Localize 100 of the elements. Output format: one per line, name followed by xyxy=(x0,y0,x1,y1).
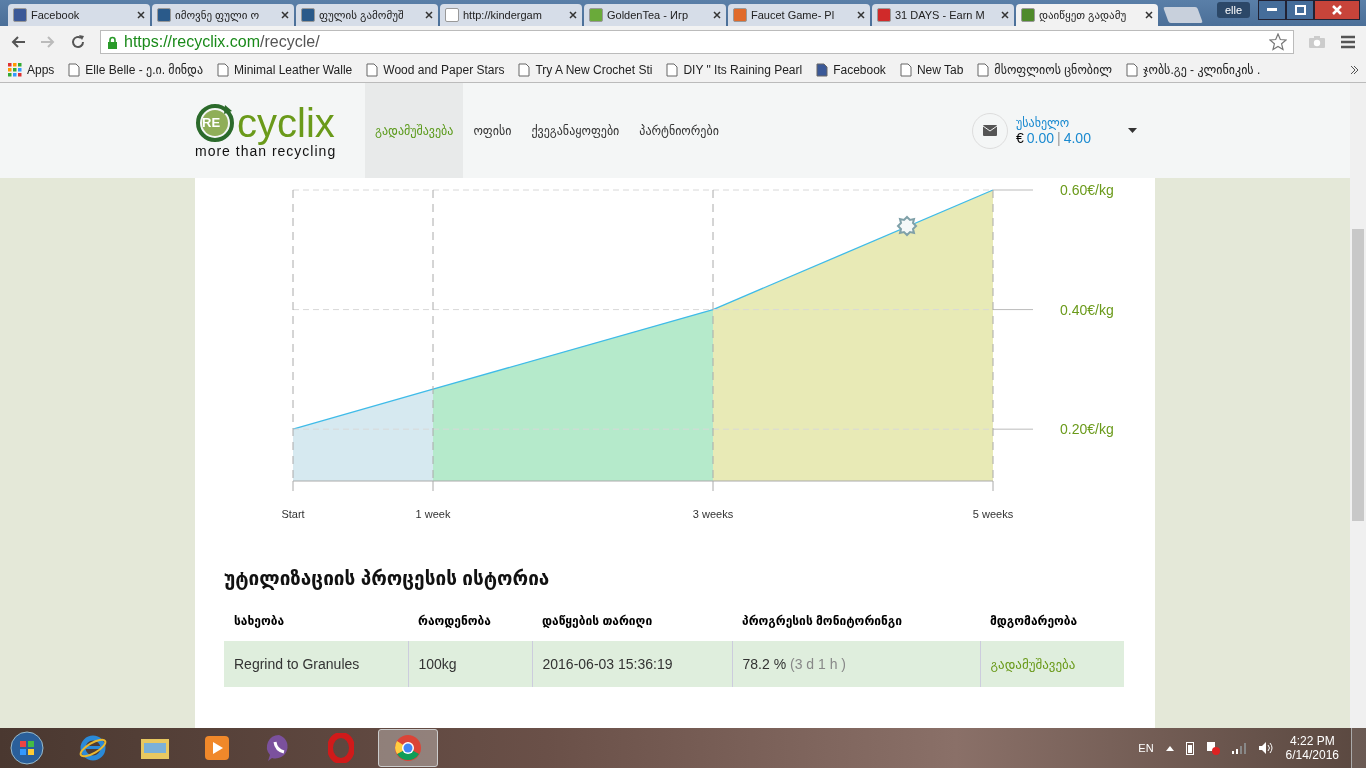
scroll-thumb[interactable] xyxy=(1352,229,1364,521)
bookmark[interactable]: Try A New Crochet Sti xyxy=(518,63,653,77)
favicon-icon xyxy=(445,8,459,22)
browser-tab[interactable]: დაიწყეთ გადამუ xyxy=(1016,4,1158,26)
page-icon xyxy=(366,63,379,77)
profile-badge[interactable]: elle xyxy=(1216,2,1250,18)
bookmark[interactable]: DIY " Its Raining Pearl xyxy=(666,63,803,77)
page-icon xyxy=(899,63,912,77)
bookmark[interactable]: ჯობს.გე - კლინიკის . xyxy=(1126,63,1261,77)
favicon-icon xyxy=(157,8,171,22)
page-icon xyxy=(217,63,229,77)
favicon-icon xyxy=(1021,8,1035,22)
y-axis-label: 0.40€/kg xyxy=(1060,301,1114,318)
network-warning-icon[interactable] xyxy=(1205,741,1220,755)
more-bookmarks-icon[interactable] xyxy=(1350,65,1358,75)
progress-percent: 78.2 % xyxy=(742,656,787,672)
close-icon[interactable] xyxy=(569,11,577,19)
close-icon[interactable] xyxy=(713,11,721,19)
page-icon xyxy=(666,63,679,77)
show-desktop-button[interactable] xyxy=(1351,728,1366,768)
up-arrow-icon[interactable] xyxy=(1165,745,1174,751)
clock-date: 6/14/2016 xyxy=(1285,748,1339,762)
y-axis-label: 0.20€/kg xyxy=(1060,421,1114,438)
star-icon[interactable] xyxy=(1269,33,1287,51)
new-tab-button[interactable] xyxy=(1163,7,1203,23)
close-icon[interactable] xyxy=(857,11,865,19)
reload-icon[interactable] xyxy=(70,34,86,50)
site-logo[interactable]: RE cyclix more than recycling xyxy=(195,83,365,178)
page-icon xyxy=(68,63,81,77)
column-header: სახეობა xyxy=(224,614,408,641)
nav-link[interactable]: ოფისი xyxy=(463,83,522,178)
favicon-icon xyxy=(733,8,747,22)
clock[interactable]: 4:22 PM 6/14/2016 xyxy=(1285,734,1339,762)
x-axis-label: Start xyxy=(281,508,305,520)
language-indicator[interactable]: EN xyxy=(1138,742,1154,754)
browser-tab[interactable]: იმოვნე ფული ო xyxy=(152,4,294,26)
browser-tab[interactable]: Facebook xyxy=(8,4,150,26)
status-cell: გადამუშავება xyxy=(980,641,1124,687)
close-icon[interactable] xyxy=(1145,11,1153,19)
start-button[interactable] xyxy=(10,731,44,765)
time-remaining: (3 d 1 h ) xyxy=(790,656,846,672)
close-icon[interactable] xyxy=(281,11,289,19)
currency-sign: € xyxy=(1016,129,1024,146)
bookmark[interactable]: New Tab xyxy=(899,63,964,77)
menu-icon[interactable] xyxy=(1340,35,1356,49)
browser-tab[interactable]: http://kindergam xyxy=(440,4,582,26)
table-cell: Regrind to Granules xyxy=(224,641,408,687)
maximize-button[interactable] xyxy=(1286,0,1314,20)
favicon-icon xyxy=(877,8,891,22)
table-cell: 2016-06-03 15:36:19 xyxy=(532,641,732,687)
signal-icon[interactable] xyxy=(1231,742,1246,754)
column-header: რაოდენობა xyxy=(408,614,532,641)
balance-separator: | xyxy=(1057,129,1061,146)
logo-mark: RE xyxy=(202,114,221,130)
column-header: მდგომარეობა xyxy=(980,614,1124,641)
bookmark[interactable]: Facebook xyxy=(816,63,886,77)
column-header: პროგრესის მონიტორინგი xyxy=(732,614,980,641)
lock-icon xyxy=(107,35,118,49)
bookmark[interactable]: Elle Belle - ე.ი. მინდა xyxy=(68,63,203,77)
browser-tab[interactable]: ფულის გამომუშ xyxy=(296,4,438,26)
envelope-icon xyxy=(983,125,997,136)
browser-tab[interactable]: Faucet Game- Pl xyxy=(728,4,870,26)
favicon-icon xyxy=(589,8,603,22)
nav-link[interactable]: ქვეგანაყოფები xyxy=(521,83,630,178)
page-icon xyxy=(518,63,531,77)
bookmark[interactable]: Wood and Paper Stars xyxy=(366,63,505,77)
balance-value: 0.00 xyxy=(1026,129,1055,146)
table-cell: 100kg xyxy=(408,641,532,687)
close-icon[interactable] xyxy=(137,11,145,19)
recycle-logo-icon xyxy=(195,102,235,143)
bookmark[interactable]: Apps xyxy=(8,63,55,77)
scrollbar[interactable] xyxy=(1350,83,1366,728)
favicon-icon xyxy=(301,8,315,22)
maximize-icon xyxy=(1294,5,1306,15)
nav-link[interactable]: პარტნიორები xyxy=(629,83,729,178)
x-axis-label: 3 weeks xyxy=(692,508,734,520)
caret-icon[interactable] xyxy=(1128,128,1137,133)
bookmark[interactable]: Minimal Leather Walle xyxy=(217,63,353,77)
speaker-icon[interactable] xyxy=(1257,741,1274,755)
close-icon xyxy=(1332,5,1342,15)
address-bar[interactable]: https://recyclix.com/recycle/ xyxy=(100,30,1294,54)
bonus-value: 4.00 xyxy=(1063,129,1091,146)
back-icon[interactable] xyxy=(10,35,26,49)
section-title: უტილიზაციის პროცესის ისტორია xyxy=(224,567,551,590)
minimize-button[interactable] xyxy=(1258,0,1286,20)
bookmark[interactable]: მსოფლიოს ცნობილ xyxy=(977,63,1112,77)
page-icon xyxy=(1126,63,1138,77)
close-icon[interactable] xyxy=(425,11,433,19)
apps-grid-icon xyxy=(8,63,22,77)
close-window-button[interactable] xyxy=(1314,0,1360,20)
clock-time: 4:22 PM xyxy=(1289,734,1335,748)
browser-tab[interactable]: GoldenTea - Игр xyxy=(584,4,726,26)
favicon-icon xyxy=(13,8,27,22)
close-icon[interactable] xyxy=(1001,11,1009,19)
user-name[interactable]: უსახელო xyxy=(1016,115,1116,130)
chrome-icon[interactable] xyxy=(378,729,438,767)
minimize-icon xyxy=(1267,8,1277,12)
browser-tab[interactable]: 31 DAYS - Earn M xyxy=(872,4,1014,26)
battery-icon[interactable] xyxy=(1185,741,1194,755)
column-header: დაწყების თარიღი xyxy=(532,614,732,641)
